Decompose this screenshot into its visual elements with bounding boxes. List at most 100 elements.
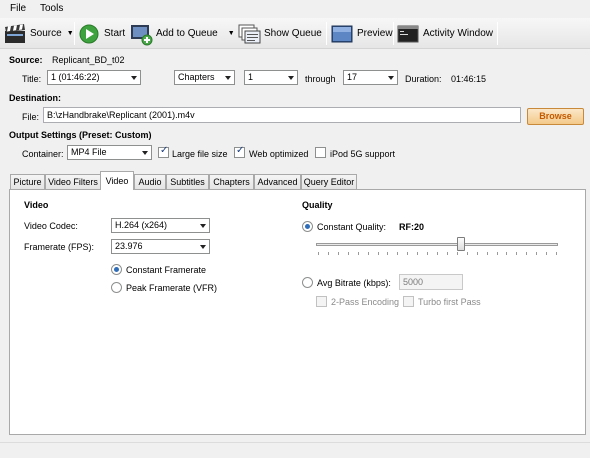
framerate-value: 23.976: [115, 241, 143, 251]
preview-button[interactable]: Preview: [331, 21, 393, 46]
slider-tick: [327, 252, 329, 255]
preview-label: Preview: [357, 28, 393, 39]
slider-tick: [387, 252, 389, 255]
source-button[interactable]: Source ▼: [4, 21, 74, 46]
file-label: File:: [22, 112, 40, 122]
title-select-value: 1 (01:46:22): [51, 72, 100, 82]
tab-audio[interactable]: Audio: [134, 174, 166, 189]
tab-video-filters[interactable]: Video Filters: [45, 174, 101, 189]
browse-button[interactable]: Browse: [527, 108, 584, 125]
toolbar-separator: [326, 22, 327, 45]
slider-tick: [318, 252, 319, 255]
video-tab-panel: [9, 189, 586, 435]
video-codec-label: Video Codec:: [24, 221, 78, 231]
framerate-select[interactable]: 23.976: [111, 239, 210, 254]
range-start-select[interactable]: 1: [244, 70, 298, 85]
avg-bitrate-input[interactable]: 5000: [399, 274, 463, 290]
activity-window-button[interactable]: Activity Window: [397, 21, 493, 46]
tab-video[interactable]: Video: [100, 171, 134, 190]
slider-tick: [496, 252, 498, 255]
add-to-queue-icon: [130, 24, 153, 45]
clapperboard-icon: [4, 23, 26, 44]
chevron-down-icon: [200, 245, 206, 249]
start-button[interactable]: Start: [78, 21, 125, 46]
source-label: Source: [30, 28, 62, 39]
slider-tick: [456, 252, 458, 255]
avg-bitrate-label: Avg Bitrate (kbps):: [317, 278, 391, 288]
tab-query-editor[interactable]: Query Editor: [301, 174, 357, 189]
tab-picture[interactable]: Picture: [10, 174, 45, 189]
range-end-select[interactable]: 17: [343, 70, 398, 85]
menu-bar: File Tools: [0, 0, 590, 18]
source-name: Replicant_BD_t02: [52, 55, 125, 65]
range-end-value: 17: [347, 72, 358, 82]
constant-quality-radio[interactable]: [302, 221, 313, 232]
peak-framerate-label: Peak Framerate (VFR): [126, 283, 218, 293]
slider-tick: [427, 252, 429, 255]
title-select[interactable]: 1 (01:46:22): [47, 70, 141, 85]
ipod-5g-checkbox[interactable]: [315, 147, 326, 158]
duration-value: 01:46:15: [451, 74, 487, 84]
chevron-down-icon: [131, 76, 137, 80]
quality-slider-track[interactable]: [316, 243, 558, 246]
slider-tick: [446, 252, 448, 255]
range-mode-value: Chapters: [178, 72, 215, 82]
play-icon: [78, 24, 100, 44]
slider-tick: [556, 252, 557, 255]
menu-file[interactable]: File: [10, 3, 26, 14]
slider-tick: [526, 252, 528, 255]
web-optimized-checkbox[interactable]: [234, 145, 245, 158]
avg-bitrate-radio[interactable]: [302, 277, 313, 288]
constant-quality-label: Constant Quality:: [317, 222, 387, 232]
start-label: Start: [104, 28, 126, 39]
video-codec-select[interactable]: H.264 (x264): [111, 218, 210, 233]
slider-tick: [536, 252, 538, 255]
toolbar-separator: [74, 22, 75, 45]
rf-value: RF:20: [399, 222, 425, 232]
output-settings-heading: Output Settings (Preset: Custom): [9, 130, 152, 140]
chevron-down-icon: [225, 76, 231, 80]
container-value: MP4 File: [71, 147, 107, 157]
video-codec-value: H.264 (x264): [115, 220, 168, 230]
turbo-first-pass-label: Turbo first Pass: [418, 297, 481, 307]
slider-tick: [486, 252, 488, 255]
range-start-value: 1: [248, 72, 254, 82]
destination-file-input[interactable]: B:\zHandbrake\Replicant (2001).m4v: [43, 107, 521, 123]
slider-tick: [437, 252, 438, 255]
quality-slider-thumb[interactable]: [457, 237, 466, 251]
chevron-down-icon[interactable]: ▼: [228, 30, 235, 37]
chevron-down-icon[interactable]: ▼: [67, 30, 74, 37]
slider-tick: [506, 252, 508, 255]
large-file-size-checkbox[interactable]: [158, 145, 169, 158]
title-label: Title:: [22, 74, 42, 84]
slider-tick: [407, 252, 409, 255]
two-pass-checkbox[interactable]: [316, 296, 327, 307]
turbo-first-pass-checkbox[interactable]: [403, 296, 414, 307]
menu-tools[interactable]: Tools: [40, 3, 63, 14]
web-optimized-label: Web optimized: [249, 149, 309, 159]
quality-heading: Quality: [302, 200, 333, 210]
toolbar: Source ▼ Start Add to Queue ▼ Show Queue…: [0, 18, 590, 49]
slider-tick: [347, 252, 349, 255]
slider-tick: [466, 252, 468, 255]
range-mode-select[interactable]: Chapters: [174, 70, 235, 85]
tab-chapters[interactable]: Chapters: [209, 174, 254, 189]
terminal-icon: [397, 24, 419, 44]
tab-advanced[interactable]: Advanced: [254, 174, 301, 189]
queue-list-icon: [238, 24, 261, 44]
peak-framerate-radio[interactable]: [111, 282, 122, 293]
status-bar: [0, 442, 590, 458]
chevron-down-icon: [142, 151, 148, 155]
toolbar-separator: [393, 22, 394, 45]
tab-subtitles[interactable]: Subtitles: [166, 174, 209, 189]
slider-tick: [337, 252, 339, 255]
show-queue-button[interactable]: Show Queue: [238, 21, 322, 46]
slider-tick: [476, 252, 478, 255]
through-label: through: [305, 74, 336, 84]
add-to-queue-button[interactable]: Add to Queue ▼: [130, 21, 235, 46]
slider-tick: [417, 252, 419, 255]
slider-tick: [357, 252, 359, 255]
constant-framerate-radio[interactable]: [111, 264, 122, 275]
container-select[interactable]: MP4 File: [67, 145, 152, 160]
constant-framerate-label: Constant Framerate: [126, 265, 207, 275]
